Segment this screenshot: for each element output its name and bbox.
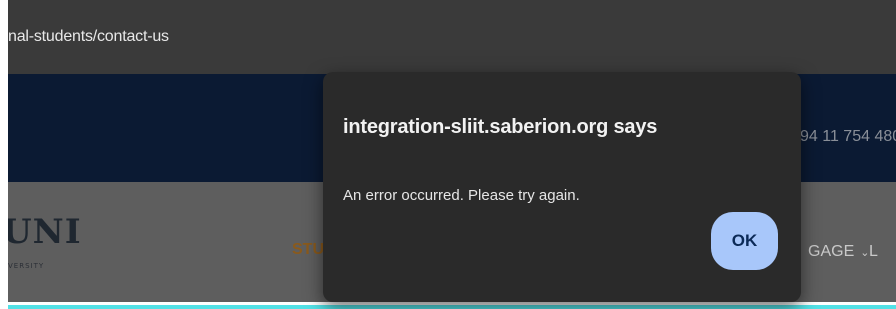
address-bar-url[interactable]: nal-students/contact-us — [8, 28, 169, 46]
logo-subtext: VERSITY — [8, 262, 45, 270]
nav-accent-line — [0, 305, 896, 309]
contact-phone[interactable]: 94 11 754 480 — [800, 128, 896, 146]
ok-button[interactable]: OK — [711, 212, 778, 270]
page-left-edge — [0, 0, 8, 309]
logo-text: UNI — [2, 212, 82, 252]
nav-item-engage[interactable]: GAGE ⌄ — [808, 243, 869, 261]
nav-item-students[interactable]: STU — [292, 241, 324, 259]
dialog-message: An error occurred. Please try again. — [343, 187, 580, 204]
dialog-title: integration-sliit.saberion.org says — [343, 116, 658, 138]
alert-dialog: integration-sliit.saberion.org says An e… — [323, 72, 801, 302]
nav-item-engage-label: GAGE — [808, 243, 855, 260]
address-bar[interactable]: nal-students/contact-us — [8, 0, 896, 74]
university-logo[interactable]: UNI VERSITY — [2, 212, 81, 272]
nav-item-next[interactable]: L — [869, 243, 878, 261]
